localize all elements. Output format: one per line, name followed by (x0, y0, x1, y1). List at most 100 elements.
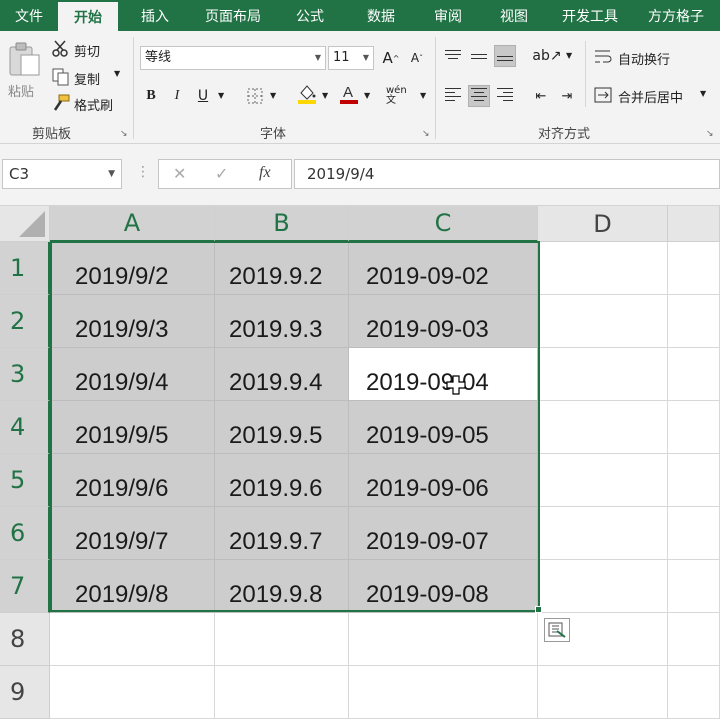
cell-c2[interactable]: 2019-09-03 (349, 295, 538, 348)
tab-review[interactable]: 审阅 (416, 0, 480, 31)
cell-e3[interactable] (668, 348, 720, 401)
cell-a5[interactable]: 2019/9/6 (50, 454, 215, 507)
fill-color-dropdown-icon[interactable]: ▼ (322, 91, 328, 100)
cell-b8[interactable] (215, 613, 349, 666)
align-center-button[interactable] (468, 85, 490, 107)
align-middle-button[interactable] (468, 45, 490, 67)
clipboard-launcher-icon[interactable]: ↘ (120, 129, 128, 139)
merge-center-button[interactable]: 合并后居中 ▼ (594, 85, 714, 107)
italic-button[interactable]: I (166, 85, 188, 107)
tab-developer[interactable]: 开发工具 (548, 0, 632, 31)
cell-c7[interactable]: 2019-09-08 (349, 560, 538, 613)
cell-d4[interactable] (538, 401, 668, 454)
bold-button[interactable]: B (140, 85, 162, 107)
cell-d9[interactable] (538, 666, 668, 719)
column-header-d[interactable]: D (538, 206, 668, 242)
font-launcher-icon[interactable]: ↘ (422, 129, 430, 139)
font-color-button[interactable]: A (338, 83, 360, 105)
tab-formulas[interactable]: 公式 (274, 0, 346, 31)
enter-icon[interactable]: ✓ (215, 164, 228, 183)
paste-button[interactable]: 粘贴 (6, 39, 44, 109)
align-top-button[interactable] (442, 45, 464, 67)
cell-d7[interactable] (538, 560, 668, 613)
name-box[interactable]: C3 ▼ (2, 159, 122, 189)
cell-a9[interactable] (50, 666, 215, 719)
increase-indent-button[interactable]: ⇥ (556, 85, 578, 107)
cell-d1[interactable] (538, 242, 668, 295)
orientation-button[interactable]: ab↗ (530, 45, 564, 67)
merge-dropdown-icon[interactable]: ▼ (700, 89, 706, 98)
cell-c3[interactable]: 2019-09-04 (349, 348, 538, 401)
tab-view[interactable]: 视图 (480, 0, 548, 31)
cell-b5[interactable]: 2019.9.6 (215, 454, 349, 507)
orientation-dropdown-icon[interactable]: ▼ (566, 51, 572, 60)
border-button[interactable] (244, 85, 266, 107)
row-header-3[interactable]: 3 (0, 348, 50, 401)
tab-page-layout[interactable]: 页面布局 (192, 0, 274, 31)
cell-e7[interactable] (668, 560, 720, 613)
cell-b4[interactable]: 2019.9.5 (215, 401, 349, 454)
tab-home[interactable]: 开始 (58, 2, 118, 31)
cell-b7[interactable]: 2019.9.8 (215, 560, 349, 613)
column-header-c[interactable]: C (349, 206, 538, 242)
underline-dropdown-icon[interactable]: ▼ (218, 91, 224, 100)
align-right-button[interactable] (494, 85, 516, 107)
cell-a3[interactable]: 2019/9/4 (50, 348, 215, 401)
row-header-8[interactable]: 8 (0, 613, 50, 666)
cell-e4[interactable] (668, 401, 720, 454)
quick-analysis-button[interactable] (544, 618, 570, 642)
font-size-select[interactable]: 11 ▼ (328, 46, 374, 70)
cell-b3[interactable]: 2019.9.4 (215, 348, 349, 401)
tab-file[interactable]: 文件 (0, 0, 58, 31)
cell-c5[interactable]: 2019-09-06 (349, 454, 538, 507)
decrease-indent-button[interactable]: ⇤ (530, 85, 552, 107)
cell-d5[interactable] (538, 454, 668, 507)
phonetic-button[interactable]: wén文 (386, 81, 416, 111)
cell-c4[interactable]: 2019-09-05 (349, 401, 538, 454)
cell-c1[interactable]: 2019-09-02 (349, 242, 538, 295)
insert-function-icon[interactable]: fx (259, 164, 271, 182)
fill-handle[interactable] (535, 606, 542, 613)
cell-c6[interactable]: 2019-09-07 (349, 507, 538, 560)
column-header-b[interactable]: B (215, 206, 349, 242)
cell-e2[interactable] (668, 295, 720, 348)
tab-fangfanggezi[interactable]: 方方格子 (632, 0, 720, 31)
align-left-button[interactable] (442, 85, 464, 107)
column-header-e[interactable] (668, 206, 720, 242)
cell-a4[interactable]: 2019/9/5 (50, 401, 215, 454)
cell-a1[interactable]: 2019/9/2 (50, 242, 215, 295)
row-header-7[interactable]: 7 (0, 560, 50, 613)
align-bottom-button[interactable] (494, 45, 516, 67)
column-header-a[interactable]: A (50, 206, 215, 242)
row-header-5[interactable]: 5 (0, 454, 50, 507)
cell-e8[interactable] (668, 613, 720, 666)
cell-a6[interactable]: 2019/9/7 (50, 507, 215, 560)
tab-insert[interactable]: 插入 (118, 0, 192, 31)
select-all-button[interactable] (0, 206, 50, 242)
formula-input[interactable]: 2019/9/4 (294, 159, 720, 189)
wrap-text-button[interactable]: 自动换行 (594, 47, 690, 69)
cell-b6[interactable]: 2019.9.7 (215, 507, 349, 560)
grow-font-button[interactable]: A ^ (380, 47, 402, 69)
cell-e5[interactable] (668, 454, 720, 507)
cell-e9[interactable] (668, 666, 720, 719)
copy-dropdown-icon[interactable]: ▼ (114, 69, 120, 78)
cancel-icon[interactable]: ✕ (173, 164, 186, 183)
chevron-down-icon[interactable]: ▼ (108, 160, 115, 188)
font-name-select[interactable]: 等线 ▼ (140, 46, 326, 70)
cell-b9[interactable] (215, 666, 349, 719)
underline-button[interactable]: U (192, 85, 214, 107)
cell-c9[interactable] (349, 666, 538, 719)
cell-a2[interactable]: 2019/9/3 (50, 295, 215, 348)
cell-d3[interactable] (538, 348, 668, 401)
font-color-dropdown-icon[interactable]: ▼ (364, 91, 370, 100)
alignment-launcher-icon[interactable]: ↘ (706, 129, 714, 139)
cell-e1[interactable] (668, 242, 720, 295)
copy-button[interactable]: 复制 ▼ (52, 67, 126, 89)
cell-c8[interactable] (349, 613, 538, 666)
cell-e6[interactable] (668, 507, 720, 560)
row-header-1[interactable]: 1 (0, 242, 50, 295)
cell-a7[interactable]: 2019/9/8 (50, 560, 215, 613)
row-header-2[interactable]: 2 (0, 295, 50, 348)
format-painter-button[interactable]: 格式刷 (52, 93, 132, 115)
